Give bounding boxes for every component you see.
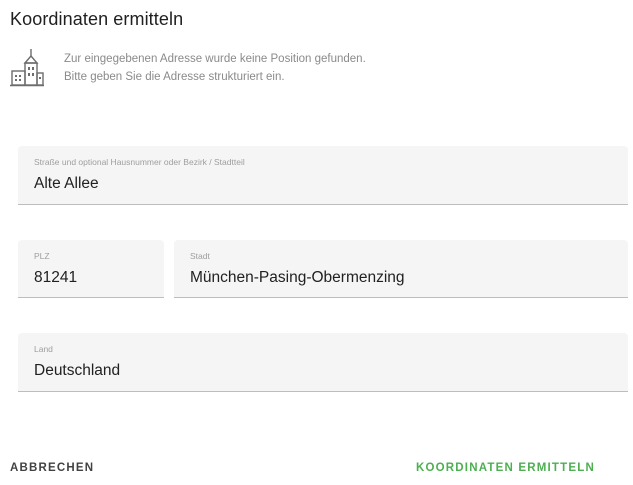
city-field-value[interactable]: München-Pasing-Obermenzing bbox=[190, 269, 405, 287]
country-field-value[interactable]: Deutschland bbox=[34, 362, 120, 380]
city-field-label: Stadt bbox=[190, 251, 210, 261]
country-field[interactable]: Land Deutschland bbox=[18, 333, 628, 392]
street-field[interactable]: Straße und optional Hausnummer oder Bezi… bbox=[18, 146, 628, 205]
geocode-dialog: Koordinaten ermitteln Zur eingegebenen A… bbox=[0, 0, 633, 485]
city-field[interactable]: Stadt München-Pasing-Obermenzing bbox=[174, 240, 628, 298]
plz-field-label: PLZ bbox=[34, 251, 50, 261]
info-text: Zur eingegebenen Adresse wurde keine Pos… bbox=[64, 50, 366, 86]
street-field-label: Straße und optional Hausnummer oder Bezi… bbox=[34, 157, 245, 167]
determine-coordinates-button[interactable]: KOORDINATEN ERMITTELN bbox=[410, 458, 601, 478]
info-message: Zur eingegebenen Adresse wurde keine Pos… bbox=[10, 47, 570, 91]
country-field-label: Land bbox=[34, 344, 53, 354]
info-line-1: Zur eingegebenen Adresse wurde keine Pos… bbox=[64, 53, 366, 65]
plz-field[interactable]: PLZ 81241 bbox=[18, 240, 164, 298]
info-line-2: Bitte geben Sie die Adresse strukturiert… bbox=[64, 71, 285, 83]
dialog-title: Koordinaten ermitteln bbox=[10, 9, 184, 29]
cancel-button[interactable]: ABBRECHEN bbox=[4, 458, 100, 478]
plz-field-value[interactable]: 81241 bbox=[34, 269, 77, 287]
street-field-value[interactable]: Alte Allee bbox=[34, 175, 99, 193]
city-buildings-icon bbox=[10, 47, 44, 87]
